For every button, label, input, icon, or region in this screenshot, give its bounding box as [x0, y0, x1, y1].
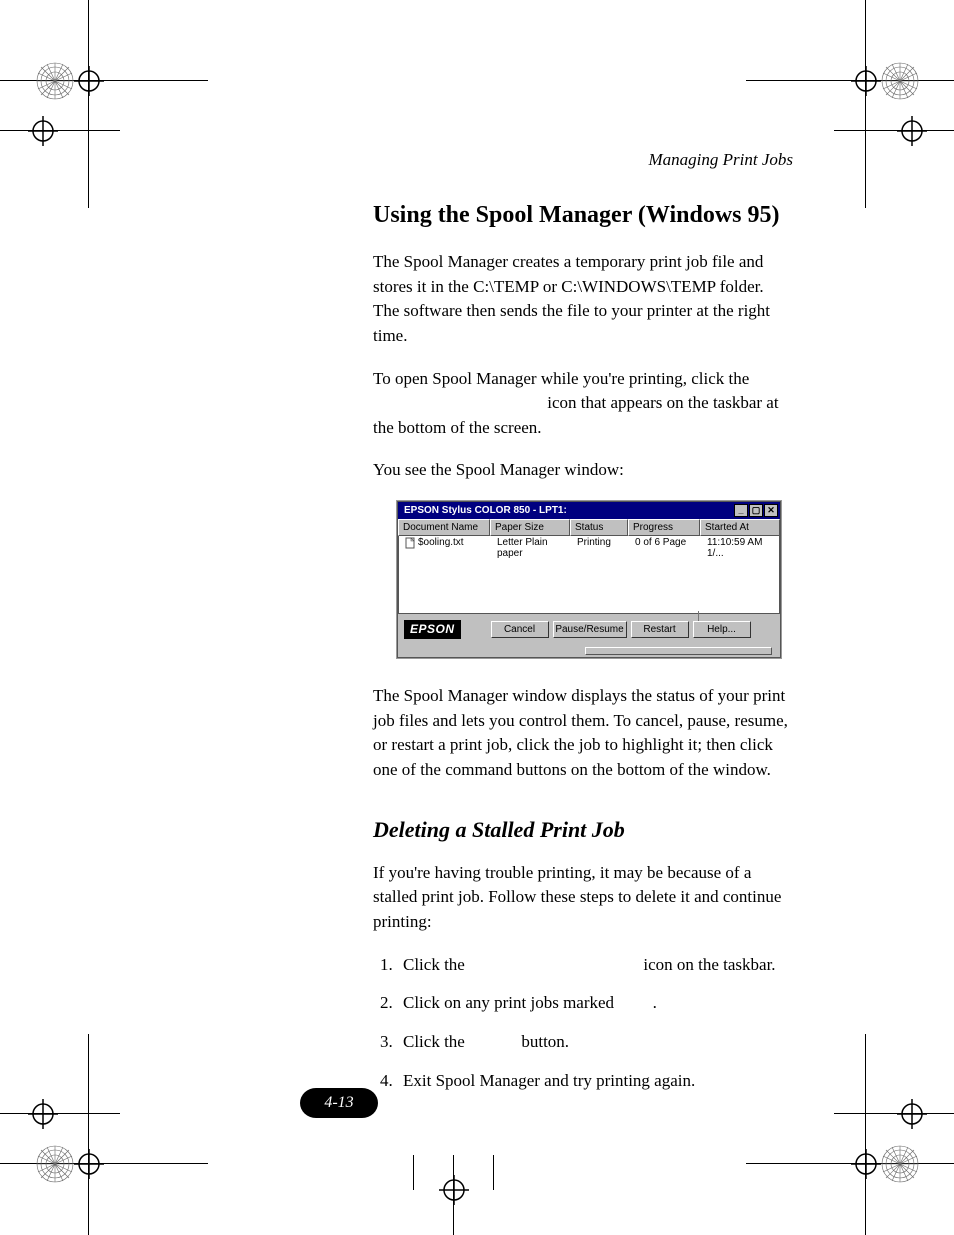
col-status[interactable]: Status [570, 519, 628, 536]
register-mark-icon [74, 1149, 104, 1179]
cell-document-name[interactable]: $ooling.txt [401, 537, 493, 613]
crop-line [746, 80, 954, 81]
window-title: EPSON Stylus COLOR 850 - LPT1: [404, 505, 567, 516]
page-number: 4-13 [300, 1088, 378, 1118]
register-mark-icon [74, 66, 104, 96]
register-mark-icon [851, 1149, 881, 1179]
callout-tick [698, 611, 699, 621]
text-fragment: Click the [403, 955, 465, 974]
cell-progress: 0 of 6 Page [631, 537, 703, 613]
text-fragment: . [653, 993, 657, 1012]
register-mark-icon [897, 1099, 927, 1129]
col-progress[interactable]: Progress [628, 519, 700, 536]
paragraph: If you're having trouble printing, it ma… [373, 861, 793, 935]
text-fragment: icon that appears on the taskbar at the … [373, 393, 779, 437]
column-headers: Document Name Paper Size Status Progress… [398, 519, 780, 536]
job-list[interactable]: $ooling.txt Letter Plain paper Printing … [398, 536, 780, 614]
crop-line [865, 1034, 866, 1235]
crop-line [88, 1034, 89, 1235]
register-mark-icon [439, 1175, 469, 1205]
sunburst-mark-icon [881, 1145, 919, 1183]
minimize-icon[interactable]: _ [734, 504, 748, 517]
close-icon[interactable]: ✕ [764, 504, 778, 517]
crop-line [0, 130, 120, 131]
cell-started-at: 11:10:59 AM 1/... [703, 537, 779, 613]
paragraph: You see the Spool Manager window: [373, 458, 793, 483]
list-item: Exit Spool Manager and try printing agai… [397, 1069, 793, 1094]
window-bottom-bar: EPSON Cancel Pause/Resume Restart Help..… [398, 614, 780, 647]
register-mark-icon [851, 66, 881, 96]
crop-line [413, 1155, 414, 1190]
section-title: Using the Spool Manager (Windows 95) [373, 200, 793, 230]
cell-text: $ooling.txt [418, 537, 464, 548]
crop-line [834, 130, 954, 131]
sunburst-mark-icon [36, 1145, 74, 1183]
status-bar [398, 647, 772, 657]
subsection-title: Deleting a Stalled Print Job [373, 817, 793, 843]
col-document-name[interactable]: Document Name [398, 519, 490, 536]
crop-line [493, 1155, 494, 1190]
text-fragment: To open Spool Manager while you're print… [373, 369, 749, 388]
step-list: Click the icon on the taskbar. Click on … [373, 953, 793, 1094]
list-item: Click the button. [397, 1030, 793, 1055]
crop-line [0, 1163, 208, 1164]
crop-line [834, 1113, 954, 1114]
text-fragment: icon on the taskbar. [643, 955, 775, 974]
page-content: Managing Print Jobs Using the Spool Mana… [373, 150, 793, 1107]
paragraph: To open Spool Manager while you're print… [373, 367, 793, 441]
cell-paper-size: Letter Plain paper [493, 537, 573, 613]
epson-logo: EPSON [404, 620, 461, 639]
paragraph: The Spool Manager creates a temporary pr… [373, 250, 793, 349]
sunburst-mark-icon [881, 62, 919, 100]
window-titlebar: EPSON Stylus COLOR 850 - LPT1: _ ▢ ✕ [398, 502, 780, 519]
register-mark-icon [28, 116, 58, 146]
crop-line [746, 1163, 954, 1164]
crop-line [88, 0, 89, 208]
crop-line [0, 1113, 120, 1114]
col-paper-size[interactable]: Paper Size [490, 519, 570, 536]
sunburst-mark-icon [36, 62, 74, 100]
running-head: Managing Print Jobs [373, 150, 793, 170]
list-item: Click the icon on the taskbar. [397, 953, 793, 978]
spool-manager-window: EPSON Stylus COLOR 850 - LPT1: _ ▢ ✕ Doc… [397, 501, 781, 658]
text-fragment: Click the [403, 1032, 465, 1051]
cell-status: Printing [573, 537, 631, 613]
help-button[interactable]: Help... [693, 621, 751, 638]
text-fragment: button. [521, 1032, 569, 1051]
text-fragment: Click on any print jobs marked [403, 993, 614, 1012]
register-mark-icon [28, 1099, 58, 1129]
restart-button[interactable]: Restart [631, 621, 689, 638]
crop-line [0, 80, 208, 81]
document-icon [405, 537, 416, 549]
paragraph: The Spool Manager window displays the st… [373, 684, 793, 783]
register-mark-icon [897, 116, 927, 146]
list-item: Click on any print jobs marked . [397, 991, 793, 1016]
crop-line [865, 0, 866, 208]
col-started-at[interactable]: Started At [700, 519, 780, 536]
maximize-icon[interactable]: ▢ [749, 504, 763, 517]
pause-resume-button[interactable]: Pause/Resume [553, 621, 627, 638]
cancel-button[interactable]: Cancel [491, 621, 549, 638]
